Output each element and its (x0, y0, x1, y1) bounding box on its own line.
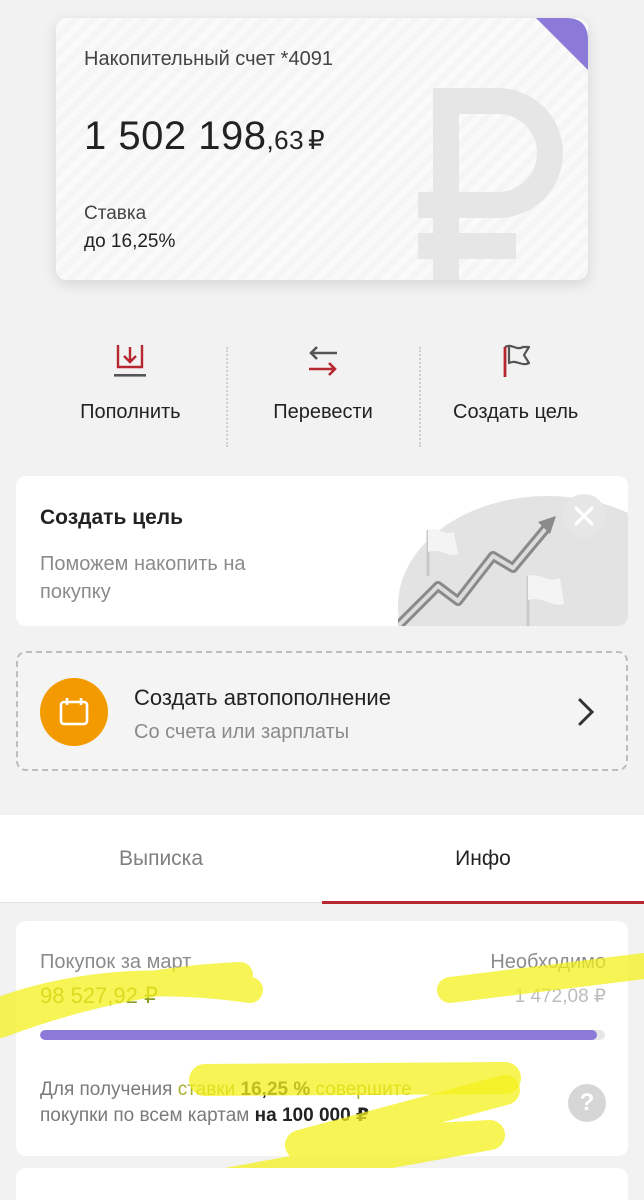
close-icon (574, 506, 594, 526)
tab-info[interactable]: Инфо (322, 815, 644, 904)
required-value: 1 472,08 ₽ (514, 986, 606, 1007)
rate-value: до 16,25% (84, 231, 176, 252)
action-divider (419, 347, 421, 447)
autofill-title: Создать автопополнение (134, 685, 391, 710)
note-line2: покупки по всем картам (40, 1105, 255, 1126)
required-label: Необходимо (490, 951, 606, 973)
flag-icon (503, 344, 530, 377)
note-action: совершите (310, 1079, 412, 1100)
purchases-info-card: Покупок за март Необходимо 98 527,92 ₽ 1… (16, 921, 628, 1156)
create-goal-button[interactable]: Создать цель (419, 335, 612, 445)
calendar-badge (40, 678, 108, 746)
balance-currency: ₽ (308, 125, 326, 155)
question-mark-icon: ? (579, 1089, 595, 1116)
deposit-label: Пополнить (80, 401, 181, 423)
goal-card-text: Поможем накопить на покупку (40, 553, 246, 603)
next-card (16, 1168, 628, 1200)
create-goal-label: Создать цель (453, 401, 579, 423)
tab-bar: Выписка Инфо (0, 815, 644, 904)
purchases-value: 98 527,92 ₽ (40, 983, 158, 1008)
close-goal-card-button[interactable] (562, 494, 606, 538)
tab-statement[interactable]: Выписка (0, 815, 322, 903)
create-goal-card[interactable]: Создать цель Поможем накопить на покупку (16, 476, 628, 626)
card-corner-fold (536, 18, 588, 70)
note-prefix: Для получения (40, 1079, 178, 1100)
action-row: Пополнить Перевести Создать цель (34, 335, 612, 447)
account-balance: 1 502 198,63 ₽ (84, 114, 325, 159)
purchases-progress-bar (40, 1030, 605, 1040)
note-rate: 16,25 % (240, 1079, 311, 1100)
goal-card-title: Создать цель (40, 506, 184, 529)
autofill-row[interactable]: Создать автопополнение Со счета или зарп… (16, 651, 628, 771)
account-title: Накопительный счет *4091 (84, 48, 333, 70)
help-button[interactable]: ? (568, 1084, 606, 1122)
balance-cents: ,63 (266, 125, 305, 155)
deposit-icon (114, 345, 147, 377)
calendar-icon (59, 698, 89, 726)
purchases-label: Покупок за март (40, 951, 192, 973)
purchases-progress-fill (40, 1030, 597, 1040)
action-divider (226, 347, 228, 447)
rate-label: Ставка (84, 203, 147, 224)
note-rate-word: ставки (177, 1079, 241, 1100)
note-amount: на 100 000 ₽ (254, 1105, 370, 1126)
rate-condition-note: Для получения ставки 16,25 % совершите по… (40, 1077, 510, 1129)
balance-main: 1 502 198 (84, 114, 267, 158)
ruble-watermark-icon (418, 88, 563, 280)
deposit-button[interactable]: Пополнить (34, 335, 227, 445)
account-card[interactable]: Накопительный счет *4091 1 502 198,63 ₽ С… (56, 18, 588, 280)
autofill-subtitle: Со счета или зарплаты (134, 721, 350, 743)
transfer-icon (309, 346, 337, 376)
transfer-button[interactable]: Перевести (227, 335, 420, 445)
transfer-label: Перевести (273, 401, 373, 423)
chevron-right-icon (578, 698, 595, 726)
